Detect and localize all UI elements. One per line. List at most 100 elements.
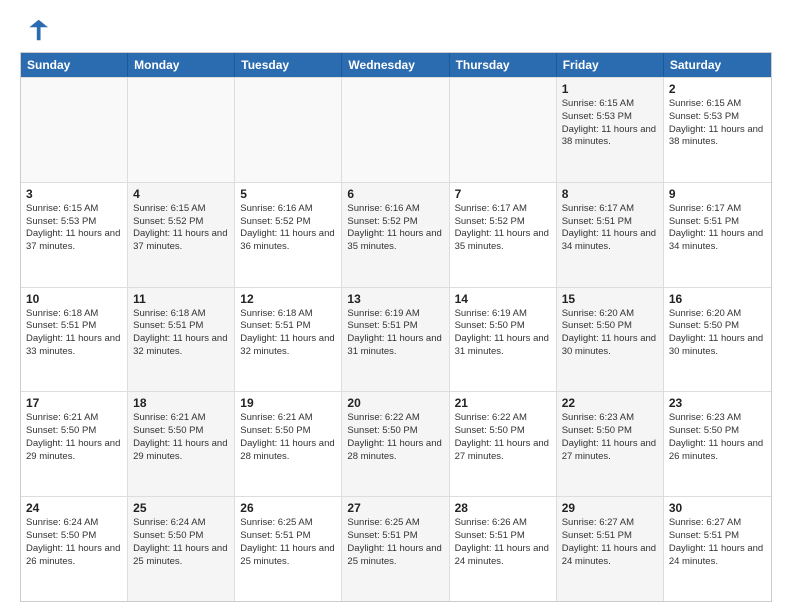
cal-cell: 2 Sunrise: 6:15 AM Sunset: 5:53 PM Daylig… xyxy=(664,78,771,182)
day-number: 9 xyxy=(669,187,766,201)
cell-info: Sunrise: 6:18 AM Sunset: 5:51 PM Dayligh… xyxy=(26,308,122,359)
cal-cell xyxy=(128,78,235,182)
cell-info: Sunrise: 6:19 AM Sunset: 5:50 PM Dayligh… xyxy=(455,308,551,359)
cell-info: Sunrise: 6:15 AM Sunset: 5:53 PM Dayligh… xyxy=(669,98,766,149)
header-day-monday: Monday xyxy=(128,53,235,77)
day-number: 7 xyxy=(455,187,551,201)
logo xyxy=(20,16,52,44)
cal-cell: 12 Sunrise: 6:18 AM Sunset: 5:51 PM Dayli… xyxy=(235,288,342,392)
day-number: 12 xyxy=(240,292,336,306)
calendar-header: SundayMondayTuesdayWednesdayThursdayFrid… xyxy=(21,53,771,77)
day-number: 25 xyxy=(133,501,229,515)
cell-info: Sunrise: 6:25 AM Sunset: 5:51 PM Dayligh… xyxy=(240,517,336,568)
cal-cell: 17 Sunrise: 6:21 AM Sunset: 5:50 PM Dayli… xyxy=(21,392,128,496)
cell-info: Sunrise: 6:24 AM Sunset: 5:50 PM Dayligh… xyxy=(26,517,122,568)
header-day-thursday: Thursday xyxy=(450,53,557,77)
day-number: 20 xyxy=(347,396,443,410)
day-number: 24 xyxy=(26,501,122,515)
day-number: 30 xyxy=(669,501,766,515)
day-number: 27 xyxy=(347,501,443,515)
calendar-row-3: 17 Sunrise: 6:21 AM Sunset: 5:50 PM Dayli… xyxy=(21,391,771,496)
cell-info: Sunrise: 6:23 AM Sunset: 5:50 PM Dayligh… xyxy=(669,412,766,463)
cell-info: Sunrise: 6:22 AM Sunset: 5:50 PM Dayligh… xyxy=(455,412,551,463)
cal-cell: 24 Sunrise: 6:24 AM Sunset: 5:50 PM Dayli… xyxy=(21,497,128,601)
cell-info: Sunrise: 6:21 AM Sunset: 5:50 PM Dayligh… xyxy=(26,412,122,463)
cal-cell: 6 Sunrise: 6:16 AM Sunset: 5:52 PM Daylig… xyxy=(342,183,449,287)
cal-cell: 7 Sunrise: 6:17 AM Sunset: 5:52 PM Daylig… xyxy=(450,183,557,287)
cal-cell: 29 Sunrise: 6:27 AM Sunset: 5:51 PM Dayli… xyxy=(557,497,664,601)
cell-info: Sunrise: 6:17 AM Sunset: 5:52 PM Dayligh… xyxy=(455,203,551,254)
calendar-row-0: 1 Sunrise: 6:15 AM Sunset: 5:53 PM Daylig… xyxy=(21,77,771,182)
cal-cell: 14 Sunrise: 6:19 AM Sunset: 5:50 PM Dayli… xyxy=(450,288,557,392)
logo-icon xyxy=(20,16,48,44)
cell-info: Sunrise: 6:19 AM Sunset: 5:51 PM Dayligh… xyxy=(347,308,443,359)
calendar-row-4: 24 Sunrise: 6:24 AM Sunset: 5:50 PM Dayli… xyxy=(21,496,771,601)
cal-cell: 10 Sunrise: 6:18 AM Sunset: 5:51 PM Dayli… xyxy=(21,288,128,392)
cal-cell: 16 Sunrise: 6:20 AM Sunset: 5:50 PM Dayli… xyxy=(664,288,771,392)
day-number: 2 xyxy=(669,82,766,96)
day-number: 4 xyxy=(133,187,229,201)
cal-cell: 1Sunrise: 6:15 AM Sunset: 5:53 PM Daylig… xyxy=(557,78,664,182)
cal-cell: 9Sunrise: 6:17 AM Sunset: 5:51 PM Daylig… xyxy=(664,183,771,287)
header-day-tuesday: Tuesday xyxy=(235,53,342,77)
cal-cell: 19 Sunrise: 6:21 AM Sunset: 5:50 PM Dayli… xyxy=(235,392,342,496)
header xyxy=(20,16,772,44)
cal-cell: 3 Sunrise: 6:15 AM Sunset: 5:53 PM Daylig… xyxy=(21,183,128,287)
page: SundayMondayTuesdayWednesdayThursdayFrid… xyxy=(0,0,792,612)
day-number: 23 xyxy=(669,396,766,410)
day-number: 18 xyxy=(133,396,229,410)
day-number: 13 xyxy=(347,292,443,306)
day-number: 17 xyxy=(26,396,122,410)
cell-info: Sunrise: 6:18 AM Sunset: 5:51 PM Dayligh… xyxy=(240,308,336,359)
cell-info: Sunrise: 6:20 AM Sunset: 5:50 PM Dayligh… xyxy=(669,308,766,359)
cal-cell: 15Sunrise: 6:20 AM Sunset: 5:50 PM Dayli… xyxy=(557,288,664,392)
calendar-row-1: 3 Sunrise: 6:15 AM Sunset: 5:53 PM Daylig… xyxy=(21,182,771,287)
cell-info: Sunrise: 6:21 AM Sunset: 5:50 PM Dayligh… xyxy=(240,412,336,463)
cal-cell: 22 Sunrise: 6:23 AM Sunset: 5:50 PM Dayli… xyxy=(557,392,664,496)
cell-info: Sunrise: 6:16 AM Sunset: 5:52 PM Dayligh… xyxy=(347,203,443,254)
day-number: 26 xyxy=(240,501,336,515)
cal-cell: 23 Sunrise: 6:23 AM Sunset: 5:50 PM Dayli… xyxy=(664,392,771,496)
cal-cell: 4 Sunrise: 6:15 AM Sunset: 5:52 PM Daylig… xyxy=(128,183,235,287)
header-day-wednesday: Wednesday xyxy=(342,53,449,77)
day-number: 5 xyxy=(240,187,336,201)
day-number: 11 xyxy=(133,292,229,306)
cal-cell xyxy=(21,78,128,182)
cell-info: Sunrise: 6:22 AM Sunset: 5:50 PM Dayligh… xyxy=(347,412,443,463)
day-number: 10 xyxy=(26,292,122,306)
cell-info: Sunrise: 6:18 AM Sunset: 5:51 PM Dayligh… xyxy=(133,308,229,359)
day-number: 29 xyxy=(562,501,658,515)
cell-info: Sunrise: 6:26 AM Sunset: 5:51 PM Dayligh… xyxy=(455,517,551,568)
day-number: 16 xyxy=(669,292,766,306)
day-number: 19 xyxy=(240,396,336,410)
day-number: 1 xyxy=(562,82,658,96)
header-day-sunday: Sunday xyxy=(21,53,128,77)
cal-cell: 20 Sunrise: 6:22 AM Sunset: 5:50 PM Dayli… xyxy=(342,392,449,496)
cell-info: Sunrise: 6:15 AM Sunset: 5:53 PM Dayligh… xyxy=(26,203,122,254)
day-number: 6 xyxy=(347,187,443,201)
cal-cell: 28 Sunrise: 6:26 AM Sunset: 5:51 PM Dayli… xyxy=(450,497,557,601)
cell-info: Sunrise: 6:20 AM Sunset: 5:50 PM Dayligh… xyxy=(562,308,658,359)
cell-info: Sunrise: 6:27 AM Sunset: 5:51 PM Dayligh… xyxy=(562,517,658,568)
cell-info: Sunrise: 6:25 AM Sunset: 5:51 PM Dayligh… xyxy=(347,517,443,568)
calendar-body: 1 Sunrise: 6:15 AM Sunset: 5:53 PM Daylig… xyxy=(21,77,771,601)
cal-cell: 13 Sunrise: 6:19 AM Sunset: 5:51 PM Dayli… xyxy=(342,288,449,392)
day-number: 22 xyxy=(562,396,658,410)
cal-cell: 5Sunrise: 6:16 AM Sunset: 5:52 PM Daylig… xyxy=(235,183,342,287)
day-number: 14 xyxy=(455,292,551,306)
cal-cell: 25 Sunrise: 6:24 AM Sunset: 5:50 PM Dayli… xyxy=(128,497,235,601)
cal-cell: 18 Sunrise: 6:21 AM Sunset: 5:50 PM Dayli… xyxy=(128,392,235,496)
day-number: 28 xyxy=(455,501,551,515)
day-number: 3 xyxy=(26,187,122,201)
cal-cell: 27 Sunrise: 6:25 AM Sunset: 5:51 PM Dayli… xyxy=(342,497,449,601)
cell-info: Sunrise: 6:17 AM Sunset: 5:51 PM Dayligh… xyxy=(562,203,658,254)
cell-info: Sunrise: 6:15 AM Sunset: 5:52 PM Dayligh… xyxy=(133,203,229,254)
cell-info: Sunrise: 6:27 AM Sunset: 5:51 PM Dayligh… xyxy=(669,517,766,568)
cell-info: Sunrise: 6:21 AM Sunset: 5:50 PM Dayligh… xyxy=(133,412,229,463)
cal-cell: 8Sunrise: 6:17 AM Sunset: 5:51 PM Daylig… xyxy=(557,183,664,287)
cell-info: Sunrise: 6:24 AM Sunset: 5:50 PM Dayligh… xyxy=(133,517,229,568)
cal-cell: 26 Sunrise: 6:25 AM Sunset: 5:51 PM Dayli… xyxy=(235,497,342,601)
header-day-friday: Friday xyxy=(557,53,664,77)
cal-cell: 30 Sunrise: 6:27 AM Sunset: 5:51 PM Dayli… xyxy=(664,497,771,601)
cell-info: Sunrise: 6:23 AM Sunset: 5:50 PM Dayligh… xyxy=(562,412,658,463)
